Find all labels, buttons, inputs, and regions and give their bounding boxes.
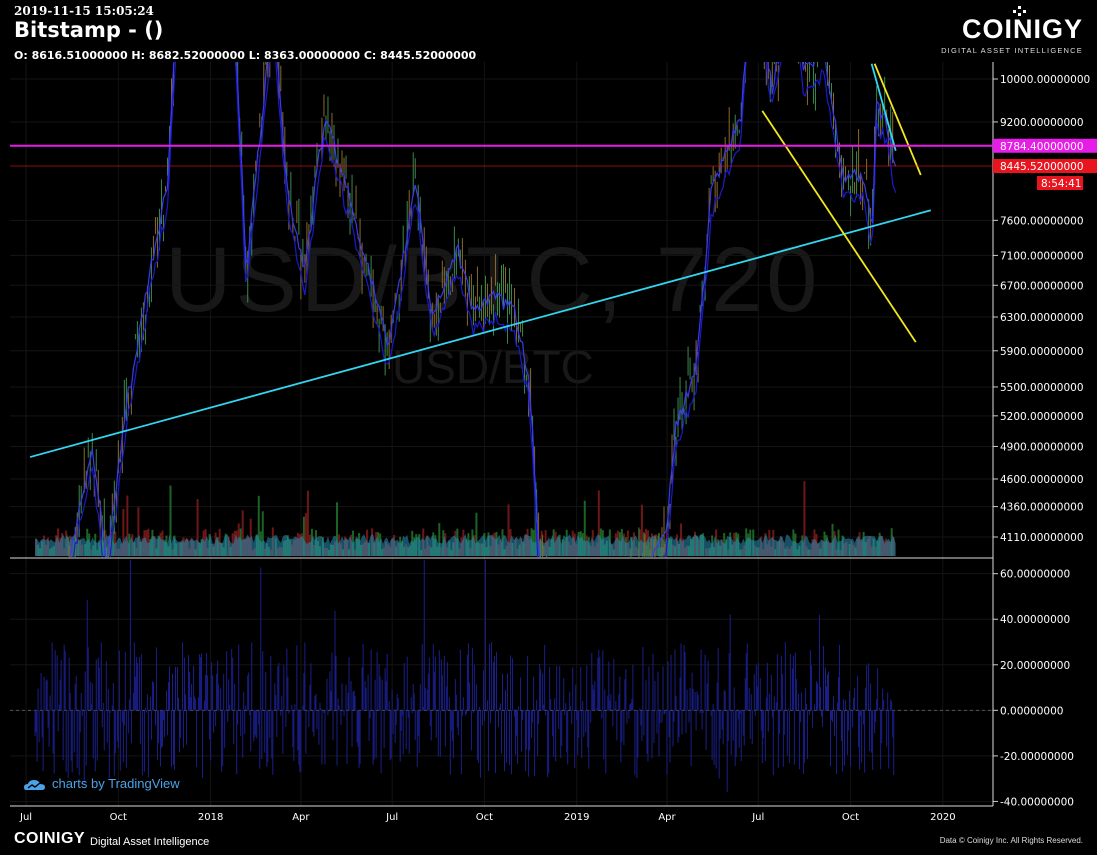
trendline	[29, 209, 932, 458]
tradingview-cloud-icon	[24, 779, 45, 790]
trendline	[873, 63, 922, 176]
volume-bars	[35, 481, 896, 556]
y-tick-label: 6700.00000000	[1000, 280, 1084, 292]
x-tick-label: Jul	[19, 812, 32, 823]
x-tick-label: Jul	[385, 812, 398, 823]
y-tick-label: 6300.00000000	[1000, 312, 1084, 324]
footer-tagline: Digital Asset Intelligence	[90, 836, 210, 848]
osc-tick-label: 60.00000000	[1000, 569, 1070, 581]
tradingview-label: charts by TradingView	[52, 776, 180, 791]
x-tick-label: Oct	[842, 812, 859, 823]
y-tick-label: 9200.00000000	[1000, 117, 1084, 129]
y-tick-label: 4360.00000000	[1000, 502, 1084, 514]
footer-brand: COINIGY	[14, 830, 86, 847]
price-band-line	[69, 62, 897, 557]
x-tick-label: Oct	[110, 812, 127, 823]
y-tick-label: 5900.00000000	[1000, 346, 1084, 358]
x-tick-label: Apr	[658, 812, 676, 823]
candles	[68, 62, 894, 557]
osc-tick-label: 0.00000000	[1000, 705, 1063, 717]
y-tick-label: 4110.00000000	[1000, 532, 1084, 544]
x-tick-label: Apr	[292, 812, 310, 823]
x-tick-label: Jul	[751, 812, 764, 823]
y-tick-label: 4900.00000000	[1000, 441, 1084, 453]
osc-tick-label: -20.00000000	[1000, 751, 1074, 763]
x-tick-label: Oct	[476, 812, 493, 823]
price-level-label: 8445.52000000	[1000, 161, 1084, 173]
y-tick-label: 7100.00000000	[1000, 250, 1084, 262]
osc-tick-label: 40.00000000	[1000, 614, 1070, 626]
y-tick-label: 7600.00000000	[1000, 215, 1084, 227]
y-tick-label: 5200.00000000	[1000, 411, 1084, 423]
copyright: Data © Coinigy Inc. All Rights Reserved.	[939, 836, 1083, 845]
osc-tick-label: -40.00000000	[1000, 796, 1074, 808]
y-tick-label: 5500.00000000	[1000, 382, 1084, 394]
y-tick-label: 4600.00000000	[1000, 474, 1084, 486]
x-tick-label: 2020	[930, 812, 955, 823]
tradingview-link[interactable]: charts by TradingView	[24, 776, 180, 791]
price-chart[interactable]: Jul Oct 2018 Apr Jul Oct 2019 Apr Jul Oct 2020 1000…	[0, 0, 1097, 855]
osc-tick-label: 20.00000000	[1000, 660, 1070, 672]
y-tick-label: 10000.00000000	[1000, 74, 1090, 86]
x-tick-label: 2018	[198, 812, 223, 823]
countdown-label: 8:54:41	[1041, 178, 1081, 190]
price-level-label: 8784.40000000	[1000, 141, 1084, 153]
x-tick-label: 2019	[564, 812, 589, 823]
